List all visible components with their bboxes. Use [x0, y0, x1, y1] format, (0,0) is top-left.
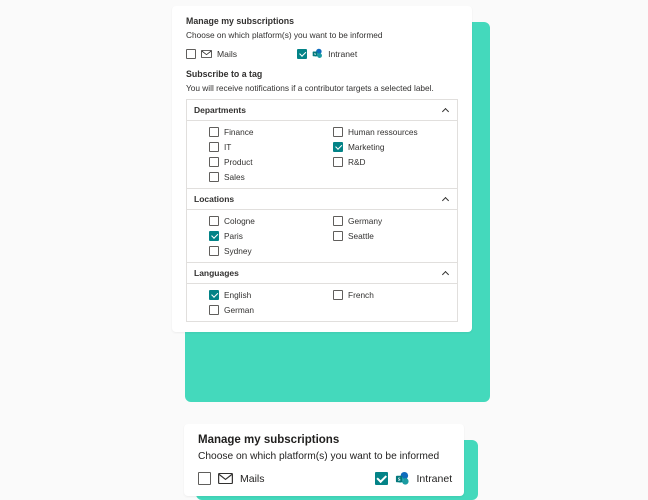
tag-checkbox[interactable] — [333, 157, 343, 167]
platform-row: Mails S Intranet — [186, 48, 458, 59]
tag-option[interactable]: Finance — [209, 127, 323, 137]
tag-checkbox[interactable] — [209, 305, 219, 315]
tag-option[interactable]: IT — [209, 142, 323, 152]
section-header-label: Locations — [194, 194, 234, 204]
intranet-label: Intranet — [328, 49, 357, 59]
tag-label: Sales — [224, 172, 245, 182]
chevron-up-icon — [442, 195, 450, 203]
subscriptions-panel-zoom: Manage my subscriptions Choose on which … — [184, 424, 464, 496]
tag-label: Marketing — [348, 142, 384, 152]
tag-checkbox[interactable] — [209, 290, 219, 300]
tag-option[interactable]: German — [209, 305, 323, 315]
platform-intranet[interactable]: S Intranet — [297, 48, 357, 59]
intranet-label: Intranet — [417, 473, 453, 485]
mail-icon — [201, 50, 212, 58]
tag-label: R&D — [348, 157, 366, 167]
tag-label: Product — [224, 157, 253, 167]
section-head-locations[interactable]: Locations — [186, 188, 458, 209]
platform-row: Mails S Intranet — [198, 471, 450, 486]
tag-checkbox[interactable] — [209, 127, 219, 137]
subscribe-title: Subscribe to a tag — [186, 69, 458, 79]
tag-label: Cologne — [224, 216, 255, 226]
platform-mails[interactable]: Mails — [186, 49, 237, 59]
section-head-languages[interactable]: Languages — [186, 262, 458, 283]
tag-checkbox[interactable] — [209, 246, 219, 256]
tag-checkbox[interactable] — [209, 231, 219, 241]
tag-option[interactable]: English — [209, 290, 323, 300]
tag-option[interactable]: Cologne — [209, 216, 323, 226]
tag-option[interactable]: R&D — [333, 157, 447, 167]
tag-label: Sydney — [224, 246, 252, 256]
svg-text:S: S — [397, 478, 400, 483]
tag-option[interactable]: Seattle — [333, 231, 447, 241]
section-head-departments[interactable]: Departments — [186, 99, 458, 120]
tag-checkbox[interactable] — [209, 142, 219, 152]
tag-label: German — [224, 305, 254, 315]
section-body-departments: Finance Human ressources IT Marketing Produc… — [186, 120, 458, 189]
subscriptions-panel: Manage my subscriptions Choose on which … — [172, 6, 472, 332]
tag-option[interactable]: Marketing — [333, 142, 447, 152]
tag-label: Germany — [348, 216, 382, 226]
mails-label: Mails — [217, 49, 237, 59]
tag-label: Human ressources — [348, 127, 418, 137]
sharepoint-icon: S — [312, 48, 323, 59]
section-header-label: Departments — [194, 105, 246, 115]
tag-option[interactable]: Product — [209, 157, 323, 167]
intranet-checkbox[interactable] — [375, 472, 388, 485]
mails-checkbox[interactable] — [186, 49, 196, 59]
section-header-label: Languages — [194, 268, 239, 278]
mails-checkbox[interactable] — [198, 472, 211, 485]
tag-option[interactable]: Sales — [209, 172, 323, 182]
platform-intranet[interactable]: S Intranet — [375, 471, 453, 486]
subscribe-subtitle: You will receive notifications if a cont… — [186, 83, 458, 93]
mail-icon — [218, 473, 233, 484]
tag-option[interactable]: Paris — [209, 231, 323, 241]
tag-label: Paris — [224, 231, 243, 241]
tag-option[interactable]: Sydney — [209, 246, 323, 256]
tag-label: Seattle — [348, 231, 374, 241]
tag-option[interactable]: Germany — [333, 216, 447, 226]
panel-title: Manage my subscriptions — [186, 16, 458, 26]
chevron-up-icon — [442, 106, 450, 114]
sharepoint-icon: S — [395, 471, 410, 486]
tag-checkbox[interactable] — [209, 172, 219, 182]
tag-label: Finance — [224, 127, 254, 137]
svg-text:S: S — [314, 52, 316, 56]
intranet-checkbox[interactable] — [297, 49, 307, 59]
chevron-up-icon — [442, 269, 450, 277]
platform-mails[interactable]: Mails — [198, 472, 265, 485]
tag-label: French — [348, 290, 374, 300]
tag-option[interactable]: French — [333, 290, 447, 300]
panel-subtitle: Choose on which platform(s) you want to … — [198, 451, 450, 462]
tag-checkbox[interactable] — [333, 127, 343, 137]
tag-label: English — [224, 290, 251, 300]
tag-checkbox[interactable] — [333, 142, 343, 152]
panel-title: Manage my subscriptions — [198, 434, 450, 446]
tag-label: IT — [224, 142, 231, 152]
section-body-languages: English French German — [186, 283, 458, 322]
tag-checkbox[interactable] — [333, 216, 343, 226]
section-body-locations: Cologne Germany Paris Seattle Sydney — [186, 209, 458, 263]
tag-option[interactable]: Human ressources — [333, 127, 447, 137]
tag-checkbox[interactable] — [209, 216, 219, 226]
mails-label: Mails — [240, 473, 265, 485]
tag-checkbox[interactable] — [209, 157, 219, 167]
tag-checkbox[interactable] — [333, 290, 343, 300]
tag-checkbox[interactable] — [333, 231, 343, 241]
panel-subtitle: Choose on which platform(s) you want to … — [186, 30, 458, 40]
